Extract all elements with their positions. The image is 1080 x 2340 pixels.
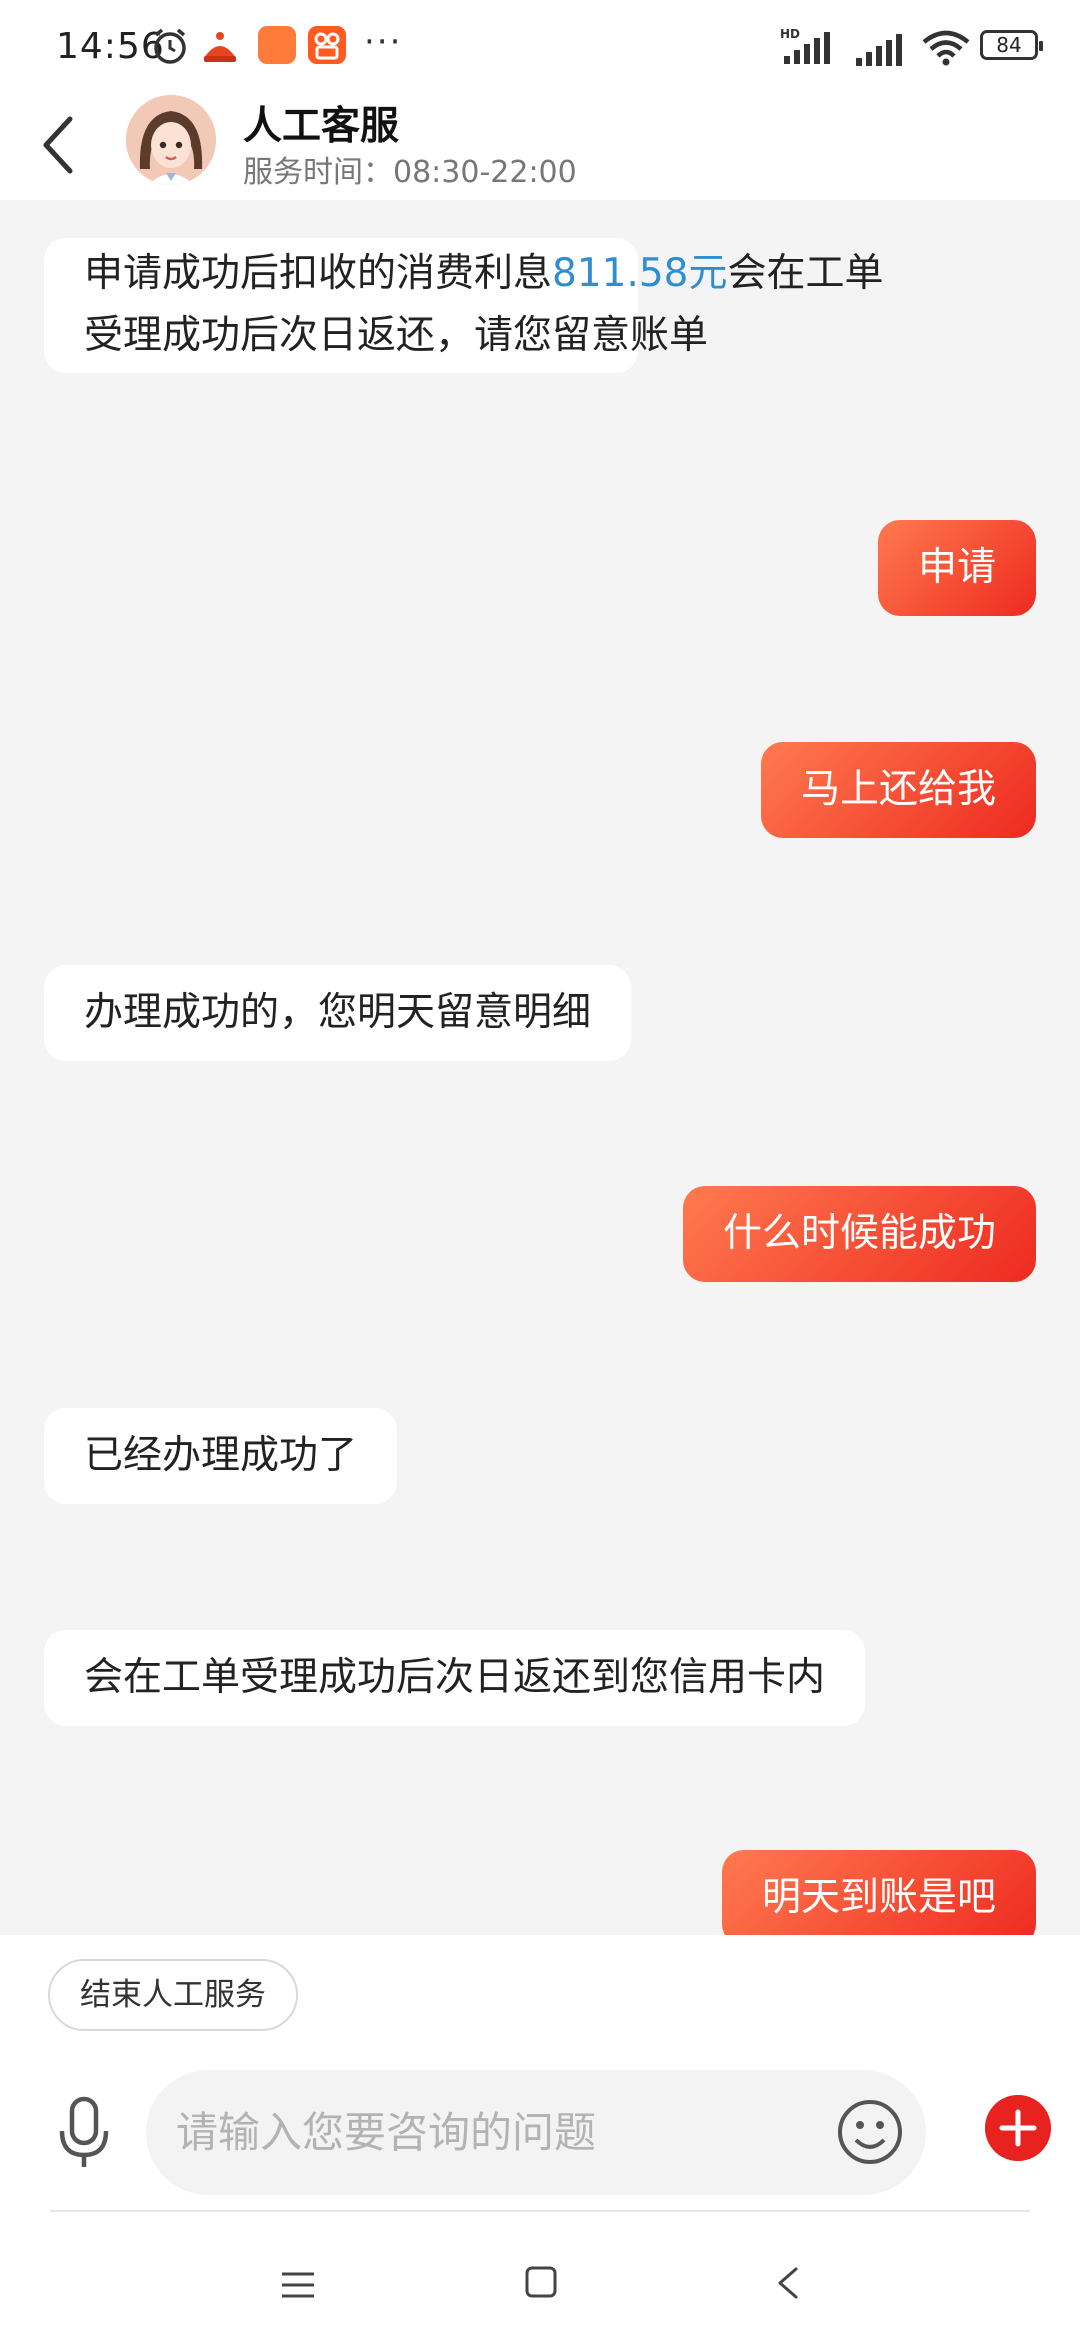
status-time: 14:56 [56,26,165,67]
agent-message: 已经办理成功了 [44,1408,398,1504]
user-message: 申请 [877,520,1036,616]
plus-icon[interactable] [985,2095,1051,2161]
back-chevron-icon[interactable] [30,105,90,185]
microphone-icon[interactable] [56,2095,112,2175]
agent-message: 会在工单受理成功后次日返还到您信用卡内 [44,1630,866,1726]
page-title: 人工客服 [243,104,400,149]
message-line: 受理成功后次日返还，请您留意账单 [84,313,709,358]
more-notifications-icon: ··· [364,22,403,62]
message-line: 申请成功后扣收的消费利息811.58元会在工单 [84,251,884,296]
emoji-icon[interactable] [830,2092,910,2172]
nav-home-icon[interactable] [524,2265,558,2299]
wifi-icon [922,30,970,66]
service-hours: 服务时间：08:30-22:00 [243,155,577,190]
user-message: 明天到账是吧 [721,1850,1036,1935]
agent-avatar [126,95,216,185]
chat-header: 人工客服 服务时间：08:30-22:00 [0,95,1080,200]
user-message: 什么时候能成功 [682,1186,1036,1282]
user-message: 马上还给我 [760,742,1036,838]
chat-message-list[interactable]: 申请成功后扣收的消费利息811.58元会在工单 受理成功后次日返还，请您留意账单… [0,200,1080,1935]
agent-message: 申请成功后扣收的消费利息811.58元会在工单 受理成功后次日返还，请您留意账单 [44,238,884,373]
battery-indicator: 84 [980,30,1043,60]
shop-app-icon [258,26,296,64]
alarm-icon [154,28,186,64]
agent-message: 办理成功的，您明天留意明细 [44,965,632,1061]
status-bar: 14:56 ··· HD 84 [0,0,1080,95]
nav-back-icon[interactable] [774,2265,802,2301]
input-placeholder: 请输入您要咨询的问题 [176,2108,597,2157]
app-notification-icon [204,32,236,62]
system-status: HD 84 [780,22,1043,72]
end-service-button[interactable]: 结束人工服务 [48,1959,298,2031]
signal-icon [856,34,902,66]
message-input[interactable]: 请输入您要咨询的问题 [146,2070,926,2195]
svg-text:HD: HD [780,27,800,41]
chat-input-panel: 结束人工服务 请输入您要咨询的问题 [0,1935,1080,2340]
signal-hd-icon: HD [780,27,830,64]
nav-menu-icon[interactable] [280,2270,316,2300]
refund-amount: 811.58元 [552,251,728,296]
video-app-icon [308,26,346,64]
divider [50,2210,1030,2212]
